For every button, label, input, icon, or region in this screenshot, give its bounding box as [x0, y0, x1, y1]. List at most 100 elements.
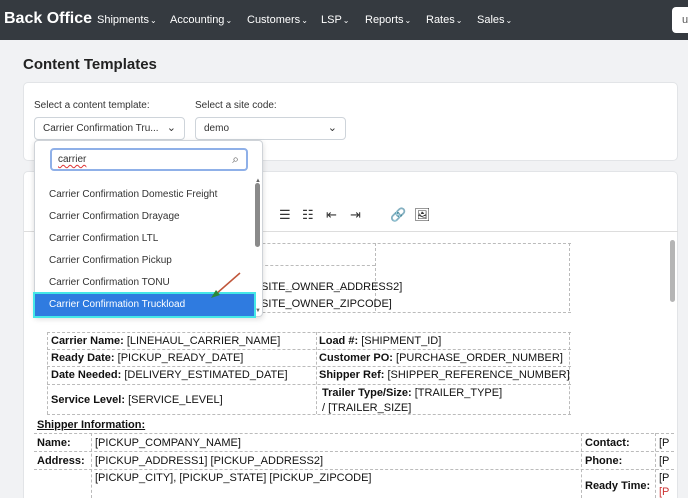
nav-label: Rates	[426, 14, 455, 26]
field-value: [SERVICE_LEVEL]	[128, 394, 223, 406]
dropdown-scrollbar[interactable]	[255, 183, 260, 247]
field-label: Name:	[37, 437, 71, 449]
nav-label: Reports	[365, 14, 404, 26]
dropdown-option[interactable]: Carrier Confirmation Pickup	[35, 250, 254, 272]
shipper-address-label: Address:	[37, 455, 85, 467]
nav-accounting[interactable]: Accounting⌄	[170, 14, 232, 26]
shipper-right-value: [P	[659, 437, 670, 449]
field-value: [PURCHASE_ORDER_NUMBER]	[396, 352, 563, 364]
nav-shipments[interactable]: Shipments⌄	[97, 14, 157, 26]
dropdown-option[interactable]: Carrier Confirmation Drayage	[35, 206, 254, 228]
table-row: Service Level: [SERVICE_LEVEL]	[51, 394, 223, 406]
shipper-name-value: [PICKUP_COMPANY_NAME]	[95, 437, 241, 449]
table-border	[655, 433, 656, 498]
table-border	[47, 384, 571, 385]
nav-rates[interactable]: Rates⌄	[426, 14, 462, 26]
field-label: Load #:	[319, 335, 359, 347]
shipper-right-value: [P	[659, 455, 670, 467]
table-border	[47, 366, 571, 367]
field-value: [PICKUP_READY_DATE]	[117, 352, 244, 364]
outdent-icon[interactable]: ⇤	[326, 207, 337, 223]
page-title: Content Templates	[23, 56, 157, 73]
indent-icon[interactable]: ⇥	[350, 207, 361, 223]
table-row: Carrier Name: [LINEHAUL_CARRIER_NAME]	[51, 335, 280, 347]
field-label: Contact:	[585, 437, 630, 449]
nav-label: Sales	[477, 14, 505, 26]
scroll-down-icon[interactable]: ▼	[255, 308, 261, 314]
numbered-list-icon[interactable]: ☷	[302, 207, 314, 223]
field-label: Phone:	[585, 455, 623, 467]
template-label: Select a content template:	[34, 100, 150, 111]
table-border	[34, 451, 674, 452]
shipper-address-value: [PICKUP_ADDRESS1] [PICKUP_ADDRESS2]	[95, 455, 324, 467]
chevron-down-icon: ⌄	[455, 16, 463, 25]
table-row: Date Needed: [DELIVERY_ESTIMATED_DATE]	[51, 369, 288, 381]
brand-logo[interactable]: Back Office	[4, 10, 92, 28]
search-text: carrier	[58, 154, 87, 165]
doc-zipcode: [SITE_OWNER_ZIPCODE]	[258, 298, 392, 310]
nav-label: Shipments	[97, 14, 149, 26]
table-border	[34, 433, 674, 434]
nav-customers[interactable]: Customers⌄	[247, 14, 308, 26]
nav-lsp[interactable]: LSP⌄	[321, 14, 350, 26]
field-label: Service Level:	[51, 394, 125, 406]
field-label: Carrier Name:	[51, 335, 124, 347]
table-border	[47, 332, 571, 333]
user-menu[interactable]: u	[672, 7, 688, 33]
shipper-right-value: [P	[659, 472, 670, 484]
table-border	[47, 332, 48, 414]
field-label: Ready Date:	[51, 352, 115, 364]
template-select[interactable]: Carrier Confirmation Tru... ⌄	[34, 117, 185, 140]
chevron-down-icon: ⌄	[404, 16, 412, 25]
doc-address2: [SITE_OWNER_ADDRESS2]	[258, 281, 403, 293]
field-label: Customer PO:	[319, 352, 393, 364]
table-border	[255, 265, 375, 266]
chevron-down-icon: ⌄	[327, 122, 337, 134]
table-border	[581, 433, 582, 498]
section-heading: Shipper Information:	[37, 419, 146, 431]
chevron-down-icon: ⌄	[149, 16, 157, 25]
field-value: [LINEHAUL_CARRIER_NAME]	[126, 335, 281, 347]
field-label: Shipper Ref:	[319, 369, 385, 381]
table-border	[47, 349, 571, 350]
nav-reports[interactable]: Reports⌄	[365, 14, 411, 26]
field-value: / [TRAILER_SIZE]	[322, 402, 412, 414]
field-label: Trailer Type/Size:	[322, 387, 412, 399]
chevron-down-icon: ⌄	[505, 16, 513, 25]
field-value: [SHIPMENT_ID]	[361, 335, 442, 347]
field-label: Date Needed:	[51, 369, 122, 381]
nav-label: Customers	[247, 14, 301, 26]
field-value: [DELIVERY_ESTIMATED_DATE]	[124, 369, 288, 381]
table-row: Ready Date: [PICKUP_READY_DATE]	[51, 352, 243, 364]
shipper-phone-label: Phone:	[585, 455, 622, 467]
table-row: Trailer Type/Size: [TRAILER_TYPE]	[322, 387, 502, 399]
dropdown-option[interactable]: Carrier Confirmation LTL	[35, 228, 254, 250]
table-row: / [TRAILER_SIZE]	[322, 402, 411, 414]
link-icon[interactable]: 🔗	[390, 207, 406, 223]
field-value: [SHIPPER_REFERENCE_NUMBER]	[387, 369, 570, 381]
nav-label: Accounting	[170, 14, 225, 26]
nav-sales[interactable]: Sales⌄	[477, 14, 512, 26]
table-border	[47, 414, 571, 415]
table-border	[91, 433, 92, 498]
field-label: Ready Time:	[585, 480, 651, 492]
site-select[interactable]: demo ⌄	[195, 117, 346, 140]
template-select-value: Carrier Confirmation Tru...	[43, 123, 159, 134]
dropdown-option[interactable]: Carrier Confirmation Domestic Freight	[35, 184, 254, 206]
table-border	[569, 243, 570, 311]
table-row: Shipper Ref: [SHIPPER_REFERENCE_NUMBER]	[319, 369, 570, 381]
shipper-city-value: [PICKUP_CITY], [PICKUP_STATE] [PICKUP_ZI…	[95, 472, 372, 484]
editor-scrollbar[interactable]	[670, 240, 675, 302]
site-select-value: demo	[204, 123, 230, 134]
table-row: Customer PO: [PURCHASE_ORDER_NUMBER]	[319, 352, 563, 364]
chevron-down-icon: ⌄	[342, 16, 350, 25]
dropdown-search-input[interactable]: carrier ⌕	[50, 148, 248, 171]
image-icon[interactable]: 🖼	[414, 207, 431, 223]
shipper-contact-label: Contact:	[585, 437, 630, 449]
chevron-down-icon: ⌄	[225, 16, 233, 25]
field-value: [TRAILER_TYPE]	[414, 387, 503, 399]
chevron-down-icon: ⌄	[166, 122, 176, 134]
bullet-list-icon[interactable]: ☰	[279, 207, 291, 223]
field-label: Address:	[37, 455, 85, 467]
table-border	[316, 332, 317, 414]
